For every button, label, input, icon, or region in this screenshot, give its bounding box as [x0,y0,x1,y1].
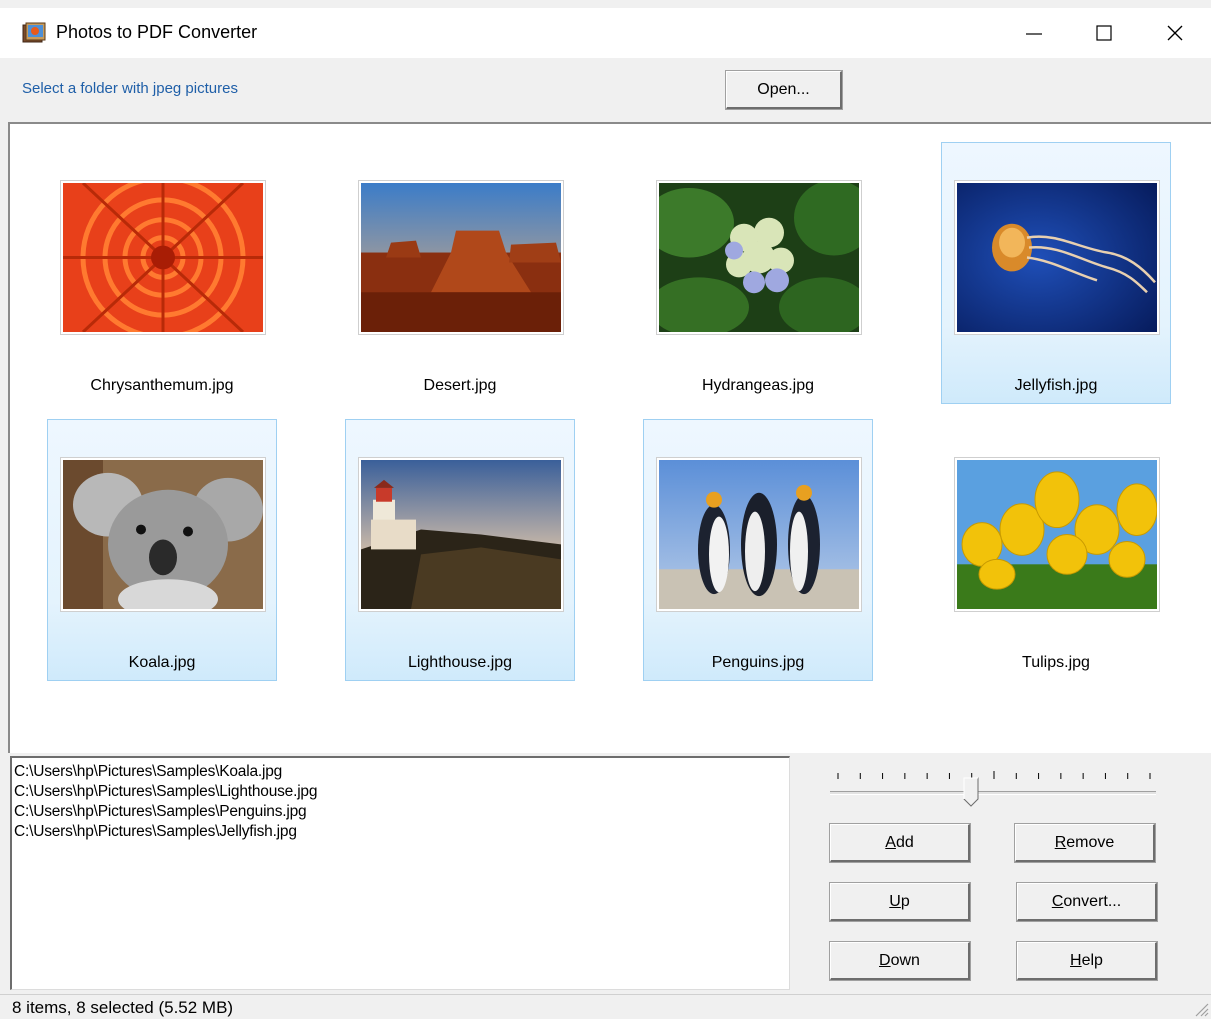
down-button[interactable]: Down [830,942,970,980]
hydrangeas-photo [644,180,874,337]
list-item[interactable]: C:\Users\hp\Pictures\Samples\Lighthouse.… [14,782,787,802]
thumbnail-image [954,457,1160,612]
title-bar[interactable]: Photos to PDF Converter [0,8,1211,58]
add-button[interactable]: Add [830,824,970,862]
add-mnemonic: A [885,833,896,851]
app-window: Photos to PDF Converter Select a folder … [0,0,1211,1019]
app-icon [22,22,46,43]
thumbnail-caption: Koala.jpg [128,654,196,671]
koala-photo [63,460,263,619]
lighthouse-photo [361,460,561,609]
thumbnail-image [656,457,862,612]
thumbnail-caption: Tulips.jpg [1022,654,1090,671]
slider-handle[interactable] [963,777,979,807]
remove-mnemonic: R [1054,833,1067,851]
down-mnemonic: D [879,951,891,969]
chrysanthemum-photo [63,175,263,340]
thumbnail-item[interactable]: Tulips.jpg [941,419,1171,681]
convert-button[interactable]: Convert... [1017,883,1157,921]
thumbnail-image [60,457,266,619]
minimize-icon [1026,33,1042,35]
status-text: 8 items, 8 selected (5.52 MB) [12,998,234,1017]
slider-ticks [837,771,1151,779]
add-label: dd [895,833,914,851]
quality-slider[interactable] [830,765,1156,809]
up-button[interactable]: Up [830,883,970,921]
open-button[interactable]: Open... [726,71,842,109]
thumbnail-item[interactable]: Koala.jpg [47,419,277,681]
folder-hint: Select a folder with jpeg pictures [22,80,238,97]
convert-mnemonic: C [1051,892,1064,910]
up-mnemonic: U [889,892,901,910]
slider-track [830,791,1156,795]
list-item[interactable]: C:\Users\hp\Pictures\Samples\Jellyfish.j… [14,822,787,842]
thumbnail-item[interactable]: Chrysanthemum.jpg [47,142,277,404]
help-mnemonic: H [1070,951,1082,969]
file-list[interactable]: C:\Users\hp\Pictures\Samples\Koala.jpg C… [10,756,790,990]
tulips-photo [957,460,1158,609]
help-label: elp [1081,951,1103,969]
thumbnail-image [644,180,874,337]
thumbnail-image [358,457,564,612]
help-button[interactable]: Help [1017,942,1157,980]
thumbnail-image [358,180,564,335]
toolbar: Select a folder with jpeg pictures Open.… [0,58,1211,122]
thumbnail-caption: Chrysanthemum.jpg [90,377,234,394]
down-label: own [890,951,920,969]
thumbnail-item[interactable]: Lighthouse.jpg [345,419,575,681]
list-item[interactable]: C:\Users\hp\Pictures\Samples\Koala.jpg [14,762,787,782]
window-title: Photos to PDF Converter [56,22,258,42]
thumbnail-caption: Desert.jpg [423,377,497,394]
resize-grip-icon[interactable] [1191,999,1209,1017]
list-item[interactable]: C:\Users\hp\Pictures\Samples\Penguins.jp… [14,802,787,822]
jellyfish-photo [957,183,1157,332]
remove-button[interactable]: Remove [1015,824,1155,862]
thumbnail-item[interactable]: Penguins.jpg [643,419,873,681]
close-icon [1167,25,1183,41]
convert-label: onvert... [1063,892,1122,910]
thumbnail-item[interactable]: Desert.jpg [345,142,575,404]
minimize-button[interactable] [999,8,1069,58]
thumbnail-caption: Penguins.jpg [711,654,805,671]
remove-label: emove [1066,833,1115,851]
thumbnail-caption: Lighthouse.jpg [407,654,513,671]
thumbnail-image [954,180,1160,335]
thumbnail-caption: Hydrangeas.jpg [701,377,815,394]
close-button[interactable] [1140,8,1210,58]
penguins-photo [659,460,859,609]
up-label: p [900,892,910,910]
thumbnail-caption: Jellyfish.jpg [1014,377,1098,394]
thumbnail-item[interactable]: Hydrangeas.jpg [643,142,874,404]
desert-photo [361,183,561,332]
thumbnail-grid[interactable]: Chrysanthemum.jpg Desert.jpg Hydrangeas.… [8,122,1211,753]
status-bar: 8 items, 8 selected (5.52 MB) [0,994,1211,1019]
thumbnail-item[interactable]: Jellyfish.jpg [941,142,1171,404]
maximize-icon [1096,25,1112,41]
maximize-button[interactable] [1069,8,1139,58]
thumbnail-image [60,175,266,340]
